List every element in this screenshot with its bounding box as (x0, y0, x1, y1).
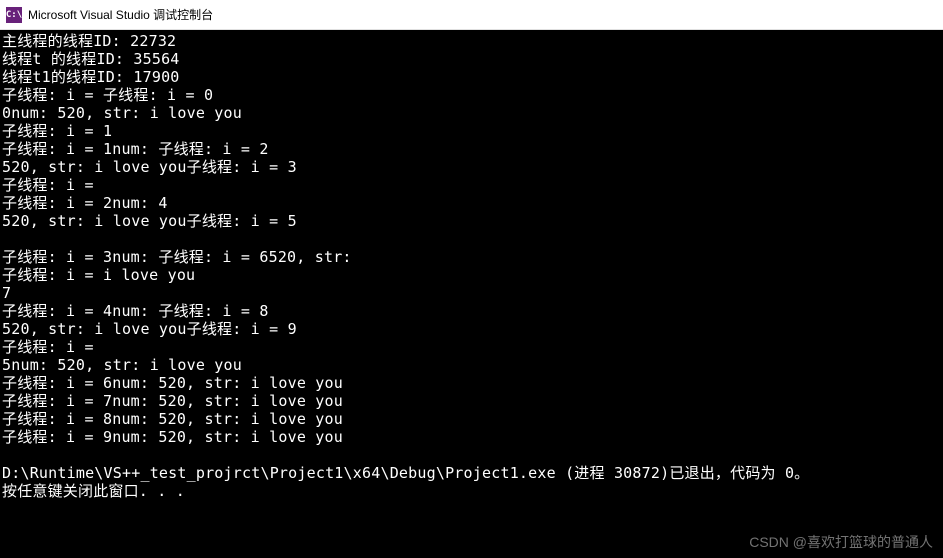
console-output[interactable]: 主线程的线程ID: 22732 线程t 的线程ID: 35564 线程t1的线程… (0, 30, 943, 558)
window-titlebar: C:\ Microsoft Visual Studio 调试控制台 (0, 0, 943, 30)
window-title: Microsoft Visual Studio 调试控制台 (28, 6, 213, 23)
app-icon: C:\ (6, 7, 22, 23)
